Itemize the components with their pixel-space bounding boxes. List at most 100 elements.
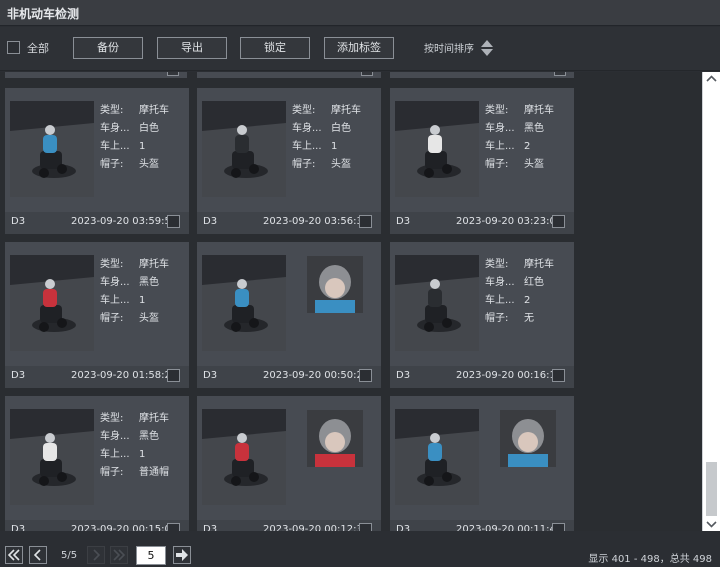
capture-timestamp: 2023-09-20 00:16:16	[456, 370, 563, 381]
vehicle-snapshot[interactable]	[202, 101, 286, 197]
attribute-key: 类型:	[485, 259, 509, 270]
attribute-value: 摩托车	[524, 259, 554, 270]
attribute-key: 车上...	[100, 141, 130, 152]
backup-button[interactable]: 备份	[73, 37, 143, 59]
card-select-checkbox[interactable]	[552, 523, 565, 531]
first-page-icon[interactable]	[5, 546, 23, 564]
vehicle-snapshot[interactable]	[10, 101, 94, 197]
sort-by-time-label[interactable]: 按时间排序	[424, 40, 474, 55]
capture-timestamp: 2023-09-20 03:59:59	[71, 216, 178, 227]
previous-row-checkbox[interactable]	[361, 72, 373, 76]
card-select-checkbox[interactable]	[359, 215, 372, 228]
last-page-icon[interactable]	[110, 546, 128, 564]
previous-page-icon[interactable]	[29, 546, 47, 564]
previous-row-card-edge	[197, 72, 381, 78]
select-all-checkbox[interactable]	[7, 41, 20, 54]
attribute-value: 1	[139, 141, 146, 152]
capture-timestamp: 2023-09-20 03:56:34	[263, 216, 370, 227]
vehicle-snapshot[interactable]	[202, 255, 286, 351]
page-number-input[interactable]	[136, 546, 166, 565]
channel-label: D3	[11, 370, 26, 381]
card-footer: D3 2023-09-20 00:16:16	[390, 366, 574, 388]
pagination-bar: 5/5 显示 401 - 498，总共 498	[0, 538, 720, 567]
scrollbar-thumb[interactable]	[706, 462, 717, 516]
attribute-value: 头盔	[139, 159, 159, 170]
attribute-key: 帽子:	[100, 467, 124, 478]
result-card[interactable]: 类型: 摩托车 车身... 黑色 车上... 1 帽子: 普通帽 D3 2023-09-20 00…	[5, 396, 189, 531]
capture-timestamp: 2023-09-20 00:11:45	[456, 524, 563, 531]
attribute-value: 黑色	[524, 123, 544, 134]
vehicle-snapshot[interactable]	[10, 409, 94, 505]
card-footer: D3 2023-09-20 00:50:27	[197, 366, 381, 388]
face-snapshot[interactable]	[307, 256, 363, 313]
result-summary: 显示 401 - 498，总共 498	[588, 554, 712, 565]
face-snapshot[interactable]	[307, 410, 363, 467]
vehicle-snapshot[interactable]	[10, 255, 94, 351]
go-to-page-icon[interactable]	[173, 546, 191, 564]
result-card[interactable]: 类型: 摩托车 车身... 黑色 车上... 1 帽子: 头盔 D3 2023-09-20 01:…	[5, 242, 189, 388]
attribute-key: 车身...	[292, 123, 322, 134]
attribute-key: 类型:	[100, 413, 124, 424]
vehicle-snapshot[interactable]	[395, 101, 479, 197]
previous-row-checkbox[interactable]	[554, 72, 566, 76]
add-tag-button[interactable]: 添加标签	[324, 37, 394, 59]
card-select-checkbox[interactable]	[167, 215, 180, 228]
previous-row-card-edge	[5, 72, 187, 78]
sort-toggle-icon[interactable]	[480, 39, 494, 57]
card-select-checkbox[interactable]	[552, 369, 565, 382]
vertical-scrollbar[interactable]	[702, 72, 720, 531]
scroll-up-arrow-icon[interactable]	[703, 72, 720, 86]
attribute-key: 类型:	[485, 105, 509, 116]
attribute-value: 摩托车	[524, 105, 554, 116]
channel-label: D3	[396, 524, 411, 531]
attribute-key: 帽子:	[485, 313, 509, 324]
attribute-value: 白色	[331, 123, 351, 134]
page-indicator: 5/5	[61, 550, 78, 561]
next-page-icon[interactable]	[87, 546, 105, 564]
face-snapshot[interactable]	[500, 410, 556, 467]
attribute-value: 白色	[139, 123, 159, 134]
card-select-checkbox[interactable]	[167, 523, 180, 531]
capture-timestamp: 2023-09-20 00:50:27	[263, 370, 370, 381]
title-bar: 非机动车检测	[0, 0, 720, 26]
result-card[interactable]: 类型: 摩托车 车身... 白色 车上... 1 帽子: 头盔 D3 2023-09-20 03:…	[5, 88, 189, 234]
result-card[interactable]: D3 2023-09-20 00:12:33	[197, 396, 381, 531]
card-footer: D3 2023-09-20 00:15:03	[5, 520, 189, 531]
result-card[interactable]: D3 2023-09-20 00:11:45	[390, 396, 574, 531]
vehicle-snapshot[interactable]	[202, 409, 286, 505]
attribute-value: 红色	[524, 277, 544, 288]
card-footer: D3 2023-09-20 03:59:59	[5, 212, 189, 234]
previous-row-card-edge	[390, 72, 574, 78]
result-card[interactable]: 类型: 摩托车 车身... 黑色 车上... 2 帽子: 头盔 D3 2023-09-20 03:…	[390, 88, 574, 234]
attribute-key: 车上...	[485, 295, 515, 306]
attribute-value: 2	[524, 295, 531, 306]
previous-row-checkbox[interactable]	[167, 72, 179, 76]
vehicle-snapshot[interactable]	[395, 409, 479, 505]
attribute-key: 车身...	[100, 277, 130, 288]
card-footer: D3 2023-09-20 03:56:34	[197, 212, 381, 234]
attribute-value: 黑色	[139, 277, 159, 288]
channel-label: D3	[203, 370, 218, 381]
capture-timestamp: 2023-09-20 03:23:06	[456, 216, 563, 227]
channel-label: D3	[203, 524, 218, 531]
vehicle-snapshot[interactable]	[395, 255, 479, 351]
lock-button[interactable]: 锁定	[240, 37, 310, 59]
select-all-label: 全部	[27, 42, 49, 55]
attribute-key: 帽子:	[292, 159, 316, 170]
attribute-key: 帽子:	[100, 313, 124, 324]
attribute-value: 黑色	[139, 431, 159, 442]
attribute-value: 1	[139, 449, 146, 460]
card-select-checkbox[interactable]	[167, 369, 180, 382]
card-select-checkbox[interactable]	[359, 523, 372, 531]
card-select-checkbox[interactable]	[359, 369, 372, 382]
capture-timestamp: 2023-09-20 00:12:33	[263, 524, 370, 531]
result-card[interactable]: 类型: 摩托车 车身... 白色 车上... 1 帽子: 头盔 D3 2023-09-20 03:…	[197, 88, 381, 234]
result-card[interactable]: 类型: 摩托车 车身... 红色 车上... 2 帽子: 无 D3 2023-09-20 00:1…	[390, 242, 574, 388]
app-window: 非机动车检测 全部 备份 导出 锁定 添加标签 按时间排序 类型: 摩托车 车身..…	[0, 0, 720, 567]
scroll-down-arrow-icon[interactable]	[703, 517, 720, 531]
export-button[interactable]: 导出	[157, 37, 227, 59]
card-footer: D3 2023-09-20 01:58:27	[5, 366, 189, 388]
result-card[interactable]: D3 2023-09-20 00:50:27	[197, 242, 381, 388]
attribute-value: 1	[139, 295, 146, 306]
card-select-checkbox[interactable]	[552, 215, 565, 228]
